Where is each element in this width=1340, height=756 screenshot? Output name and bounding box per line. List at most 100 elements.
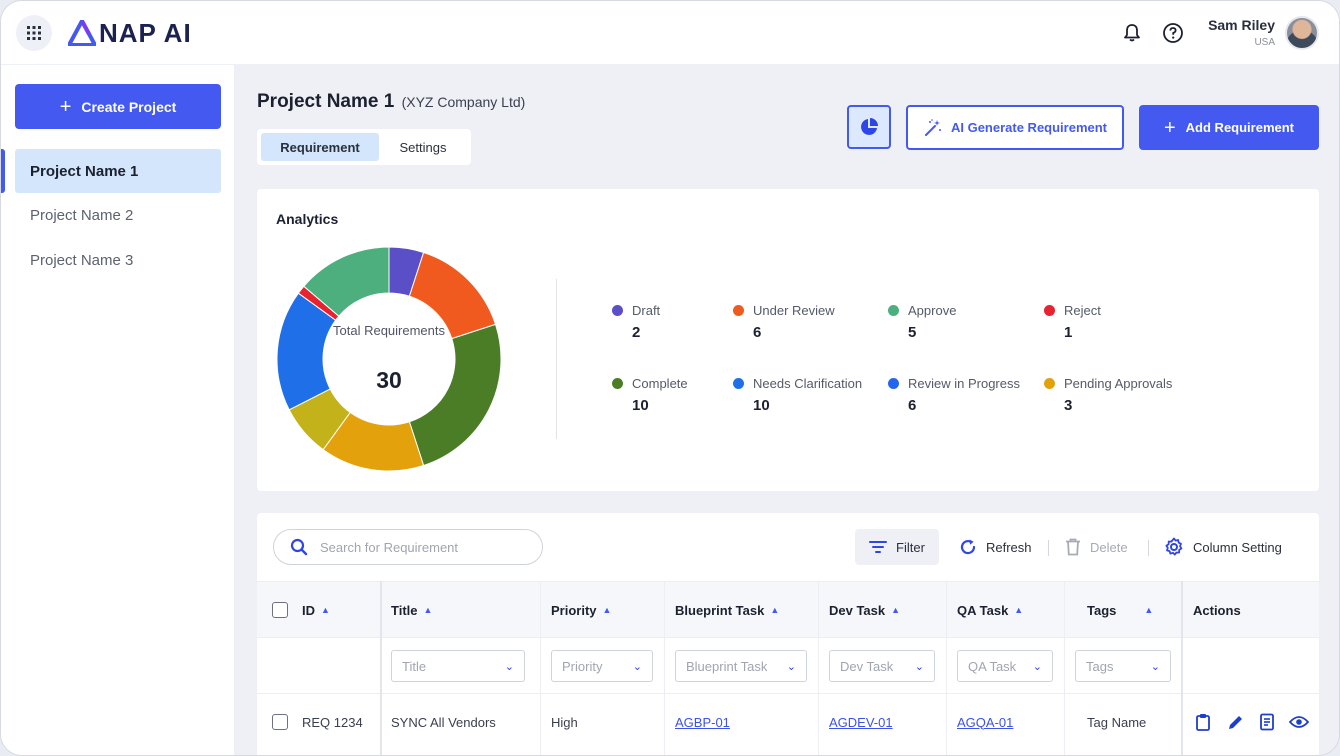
add-requirement-button[interactable]: + Add Requirement (1139, 105, 1319, 150)
app-grid-icon[interactable] (16, 15, 52, 51)
legend-value: 6 (908, 397, 917, 414)
tab-settings[interactable]: Settings (379, 133, 467, 161)
logo-text: NAP AI (99, 17, 192, 48)
page-title: Project Name 1 (XYZ Company Ltd) (257, 91, 525, 113)
legend-dot (733, 305, 744, 316)
qa-task-filter-select[interactable]: QA Task ⌄ (957, 650, 1053, 682)
user-name: Sam Riley (1208, 17, 1275, 33)
create-project-label: Create Project (81, 98, 177, 115)
column-divider (380, 581, 382, 755)
create-project-button[interactable]: + Create Project (15, 84, 221, 129)
blueprint-task-filter-select[interactable]: Blueprint Task ⌄ (675, 650, 807, 682)
legend-dot (888, 305, 899, 316)
row-checkbox[interactable] (272, 714, 288, 730)
plus-icon: + (1163, 116, 1176, 139)
column-header-dev-task[interactable]: Dev Task ▲ (829, 582, 900, 638)
column-header-blueprint-task[interactable]: Blueprint Task ▲ (675, 582, 779, 638)
column-divider (1181, 581, 1183, 755)
legend-item-pending-approvals: Pending Approvals 3 (1044, 376, 1172, 414)
requirements-table-card: Filter Refresh Delete Column Setting ID▲… (257, 513, 1319, 755)
refresh-button[interactable]: Refresh (959, 529, 1032, 565)
column-setting-label: Column Setting (1193, 539, 1282, 555)
table-row[interactable]: REQ 1234 SYNC All Vendors High AGBP-01 A… (257, 693, 1319, 749)
legend-value: 10 (632, 397, 649, 414)
select-all-checkbox[interactable] (272, 602, 288, 618)
column-header-actions: Actions (1193, 602, 1241, 618)
row-actions (1193, 694, 1309, 750)
sort-icon: ▲ (1144, 605, 1154, 615)
view-eye-icon[interactable] (1289, 712, 1309, 732)
add-requirement-label: Add Requirement (1185, 120, 1295, 135)
tab-bar: Requirement Settings (257, 129, 471, 165)
qa-task-link[interactable]: AGQA-01 (957, 715, 1013, 730)
legend-item-review-in-progress: Review in Progress 6 (888, 376, 1020, 414)
search-input[interactable] (320, 539, 520, 555)
donut-segment-complete[interactable] (408, 323, 502, 467)
main-content: Project Name 1 (XYZ Company Ltd) Require… (235, 65, 1339, 755)
dev-task-link[interactable]: AGDEV-01 (829, 715, 893, 730)
delete-button[interactable]: Delete (1065, 529, 1128, 565)
sort-icon: ▲ (891, 605, 901, 615)
column-header-qa-task[interactable]: QA Task ▲ (957, 582, 1023, 638)
help-icon[interactable] (1161, 21, 1185, 45)
sidebar-item-label: Project Name 1 (30, 162, 139, 180)
legend-value: 1 (1064, 324, 1073, 341)
ai-generate-requirement-button[interactable]: AI Generate Requirement (906, 105, 1124, 150)
magic-wand-icon (924, 118, 941, 136)
donut-center-label: Total Requirements (333, 323, 445, 338)
filter-icon (869, 541, 888, 553)
sidebar-item-project-2[interactable]: Project Name 2 (15, 193, 221, 237)
priority-filter-select[interactable]: Priority ⌄ (551, 650, 653, 682)
legend-value: 6 (753, 324, 762, 341)
donut-total: 30 (376, 367, 402, 393)
logo: NAP AI (68, 17, 192, 49)
plus-icon: + (59, 95, 72, 118)
filter-button[interactable]: Filter (855, 529, 939, 565)
notification-bell-icon[interactable] (1120, 21, 1144, 45)
column-header-id[interactable]: ID ▲ (302, 582, 330, 638)
sidebar-item-label: Project Name 3 (30, 251, 134, 269)
sidebar-item-project-3[interactable]: Project Name 3 (15, 238, 221, 282)
analytics-card: Analytics Total Requirements 30 Draft 2 Un… (257, 189, 1319, 491)
avatar[interactable] (1285, 16, 1319, 50)
column-header-tags[interactable]: Tags ▲ (1087, 582, 1153, 638)
legend-label: Draft (632, 303, 661, 318)
legend-label: Complete (632, 376, 688, 391)
tab-requirement[interactable]: Requirement (261, 133, 379, 161)
blueprint-task-link[interactable]: AGBP-01 (675, 715, 730, 730)
dev-task-filter-select[interactable]: Dev Task ⌄ (829, 650, 935, 682)
legend-dot (612, 305, 623, 316)
edit-pencil-icon[interactable] (1225, 712, 1245, 732)
search-icon (290, 538, 308, 556)
document-icon[interactable] (1257, 712, 1277, 732)
top-header: NAP AI Sam Riley USA (1, 1, 1339, 65)
column-header-title[interactable]: Title ▲ (391, 582, 432, 638)
company-name: (XYZ Company Ltd) (401, 94, 526, 110)
sidebar-item-label: Project Name 2 (30, 206, 134, 224)
analytics-title: Analytics (276, 211, 339, 227)
column-divider (540, 581, 541, 755)
column-divider (664, 581, 665, 755)
chevron-down-icon: ⌄ (914, 660, 924, 673)
legend-value: 5 (908, 324, 917, 341)
sort-icon: ▲ (602, 605, 612, 615)
refresh-icon (960, 539, 976, 555)
status-donut-chart (276, 246, 502, 472)
gear-icon (1165, 537, 1183, 556)
sort-icon: ▲ (770, 605, 780, 615)
title-filter-select[interactable]: Title ⌄ (391, 650, 525, 682)
legend-dot (1044, 378, 1055, 389)
clipboard-icon[interactable] (1193, 712, 1213, 732)
analytics-toggle-button[interactable] (847, 105, 891, 149)
legend-value: 2 (632, 324, 641, 341)
search-box (273, 529, 543, 565)
column-setting-button[interactable]: Column Setting (1164, 529, 1282, 565)
pie-chart-icon (861, 118, 878, 135)
column-header-priority[interactable]: Priority ▲ (551, 582, 611, 638)
tags-filter-select[interactable]: Tags ⌄ (1075, 650, 1171, 682)
chevron-down-icon: ⌄ (504, 660, 514, 673)
delete-label: Delete (1090, 539, 1128, 555)
sidebar-item-project-1[interactable]: Project Name 1 (15, 149, 221, 193)
table-header-row: ID ▲ Title ▲ Priority ▲ Blueprint Task ▲ Dev… (257, 581, 1319, 637)
chevron-down-icon: ⌄ (632, 660, 642, 673)
